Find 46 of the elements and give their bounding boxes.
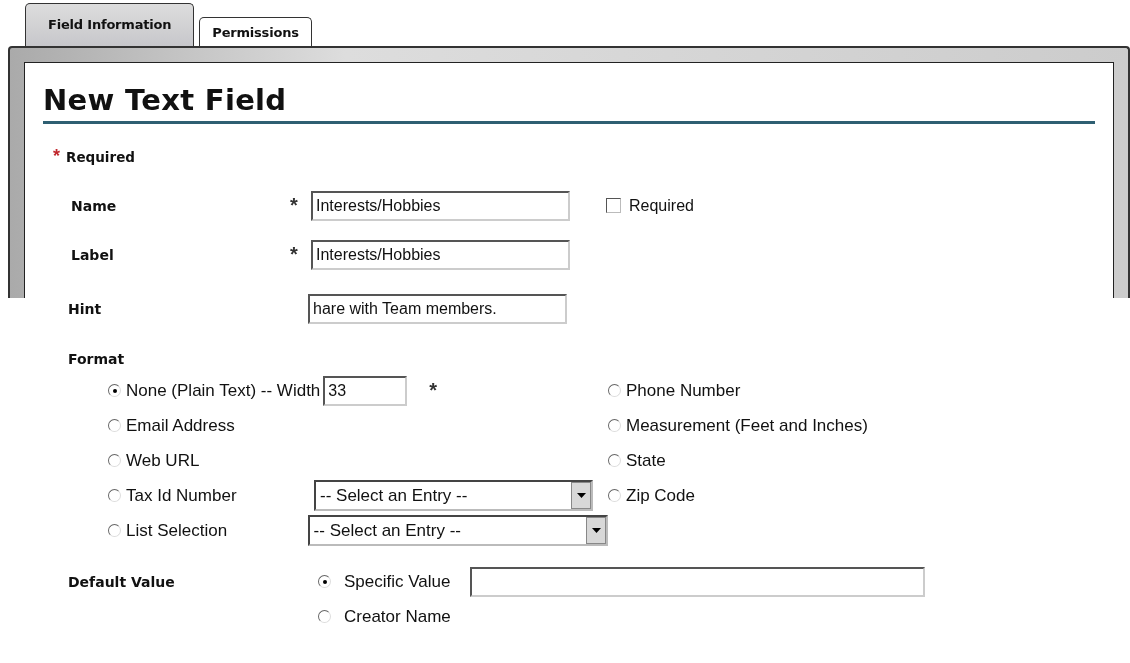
text-field[interactable]: Interests/Hobbies [311,239,570,270]
radio-button[interactable] [108,419,121,432]
required-marker: * [429,379,439,402]
option-label: Specific Value [344,571,451,592]
default-value-field[interactable] [470,566,926,597]
radio-button[interactable] [318,610,331,623]
option-label: Creator Name [344,606,451,627]
checkbox-label: Required [629,196,694,215]
section-label: Format [68,351,126,367]
field-label: Label [71,246,115,263]
text-field[interactable]: Interests/Hobbies [311,190,570,221]
option-label: Measurement (Feet and Inches) [626,415,868,436]
option-label: Web URL [126,450,200,471]
radio-button[interactable] [608,454,621,467]
required-marker: * [290,194,299,217]
radio-button[interactable] [608,384,621,397]
option-label: List Selection [126,520,229,541]
required-marker: * [53,146,60,167]
radio-button[interactable] [108,489,121,502]
radio-button[interactable] [108,454,121,467]
caret-icon [586,517,606,544]
option-label: Zip Code [626,485,695,506]
option-label: Email Address [126,415,235,436]
tab[interactable]: Field Information [25,3,195,46]
text-field[interactable]: hare with Team members. [308,293,567,324]
required-marker: * [290,243,299,266]
field-label: Hint [68,300,103,317]
tab[interactable]: Permissions [199,17,312,46]
caret-icon [571,482,591,509]
option-label: Tax Id Number [126,485,238,506]
page-title: New Text Field [43,83,1095,124]
checkbox[interactable] [606,198,621,213]
dropdown[interactable]: -- Select an Entry -- [314,480,593,511]
option-label: Phone Number [626,380,741,401]
option-label: State [626,450,666,471]
radio-button[interactable] [608,419,621,432]
radio-button[interactable] [608,489,621,502]
section-label: Default Value [68,573,176,590]
radio-button[interactable] [108,384,121,397]
radio-button[interactable] [318,575,331,588]
option-label: None (Plain Text) -- Width [126,380,321,401]
field-label: Name [71,197,118,214]
radio-button[interactable] [108,524,121,537]
dropdown[interactable]: -- Select an Entry -- [307,515,608,546]
required-note: Required [66,148,135,165]
width-field[interactable]: 33 [323,375,408,406]
